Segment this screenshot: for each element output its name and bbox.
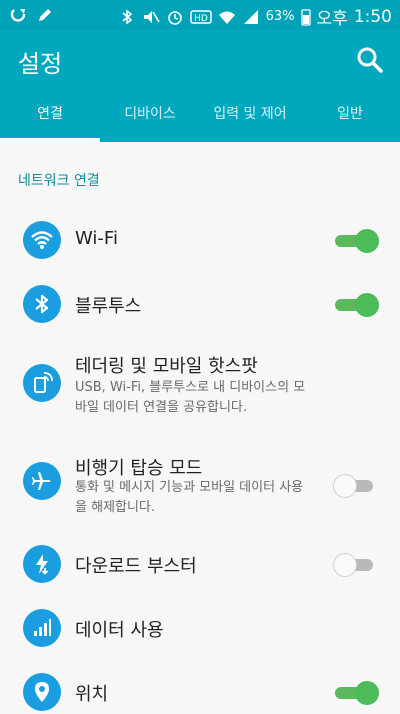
- location-toggle[interactable]: [333, 681, 379, 705]
- setting-title: 블루투스: [75, 296, 142, 317]
- setting-title: 테더링 및 모바일 핫스팟: [75, 356, 258, 377]
- bluetooth-icon: [122, 8, 132, 25]
- setting-title: 비행기 탑승 모드: [75, 458, 203, 479]
- status-time: 1:50: [353, 6, 392, 27]
- edit-icon: [39, 9, 51, 21]
- battery-percent: 63%: [265, 9, 295, 24]
- tab-connections[interactable]: 연결: [0, 90, 100, 142]
- setting-row-wifi[interactable]: Wi-Fi: [0, 218, 400, 262]
- section-label: 네트워크 연결: [18, 173, 100, 189]
- download-booster-toggle[interactable]: [333, 553, 377, 577]
- download-booster-icon: [23, 545, 61, 583]
- wifi-icon: [23, 221, 61, 259]
- search-icon[interactable]: [354, 44, 386, 76]
- location-icon: [23, 673, 61, 711]
- setting-title: 위치: [75, 684, 109, 705]
- tab-general[interactable]: 일반: [300, 90, 400, 142]
- setting-title: 데이터 사용: [75, 620, 164, 641]
- page-title: 설정: [18, 50, 63, 78]
- setting-subtitle: USB, Wi-Fi, 블루투스로 내 디바이스의 모바일 데이터 연결을 공유…: [75, 380, 306, 415]
- bluetooth-icon: [23, 285, 61, 323]
- airplane-mode-toggle[interactable]: [333, 474, 377, 498]
- airplane-icon: [23, 462, 61, 500]
- hotspot-icon: [23, 364, 61, 402]
- status-bar: HD 63% 오후 1:50: [0, 0, 400, 30]
- setting-row-location[interactable]: 위치: [0, 670, 400, 714]
- wifi-icon: [218, 11, 235, 24]
- tab-device[interactable]: 디바이스: [100, 90, 200, 142]
- setting-row-download-booster[interactable]: 다운로드 부스터: [0, 542, 400, 586]
- mute-icon: [143, 10, 160, 23]
- app-bar: 설정: [0, 30, 400, 90]
- sync-icon: [10, 9, 26, 22]
- tab-input-control[interactable]: 입력 및 제어: [200, 90, 300, 142]
- setting-title: Wi-Fi: [75, 228, 118, 249]
- alarm-icon: [167, 10, 182, 25]
- setting-subtitle: 통화 및 메시지 기능과 모바일 데이터 사용을 해제합니다.: [75, 480, 304, 515]
- setting-title: 다운로드 부스터: [75, 556, 197, 577]
- wifi-toggle[interactable]: [333, 229, 379, 253]
- setting-row-bluetooth[interactable]: 블루투스: [0, 282, 400, 326]
- bluetooth-toggle[interactable]: [333, 293, 379, 317]
- hd-icon: HD: [189, 9, 212, 24]
- tab-bar: 연결 디바이스 입력 및 제어 일반: [0, 90, 400, 142]
- setting-row-tethering[interactable]: 테더링 및 모바일 핫스팟 USB, Wi-Fi, 블루투스로 내 디바이스의 …: [0, 350, 400, 420]
- setting-row-airplane-mode[interactable]: 비행기 탑승 모드 통화 및 메시지 기능과 모바일 데이터 사용을 해제합니다…: [0, 452, 400, 522]
- data-usage-icon: [23, 609, 61, 647]
- signal-icon: [243, 9, 258, 24]
- svg-text:HD: HD: [194, 14, 208, 24]
- setting-row-data-usage[interactable]: 데이터 사용: [0, 606, 400, 650]
- status-ampm: 오후: [316, 9, 348, 29]
- battery-icon: [300, 8, 311, 26]
